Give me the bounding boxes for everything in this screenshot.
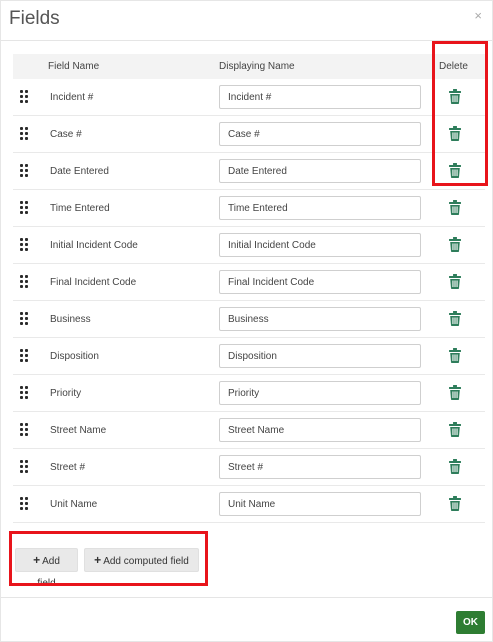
displaying-name-input[interactable]	[219, 344, 421, 368]
table-header: Field Name Displaying Name Delete	[13, 54, 485, 79]
plus-icon: +	[33, 553, 41, 567]
drag-handle-icon[interactable]	[20, 127, 28, 141]
table-row: Street #	[13, 449, 485, 486]
displaying-name-input[interactable]	[219, 381, 421, 405]
table-row: Initial Incident Code	[13, 227, 485, 264]
displaying-name-input[interactable]	[219, 307, 421, 331]
displaying-name-input[interactable]	[219, 233, 421, 257]
trash-icon[interactable]	[449, 89, 461, 104]
drag-handle-icon[interactable]	[20, 460, 28, 474]
displaying-name-input[interactable]	[219, 492, 421, 516]
add-computed-field-label: Add computed field	[103, 556, 189, 567]
trash-icon[interactable]	[449, 348, 461, 363]
field-name: Incident #	[50, 92, 94, 103]
table-body: Incident # Case #	[13, 79, 485, 523]
trash-icon[interactable]	[449, 459, 461, 474]
field-name: Time Entered	[50, 203, 110, 214]
table-row: Street Name	[13, 412, 485, 449]
displaying-name-input[interactable]	[219, 270, 421, 294]
table-row: Priority	[13, 375, 485, 412]
field-name: Initial Incident Code	[50, 240, 138, 251]
trash-icon[interactable]	[449, 126, 461, 141]
plus-icon: +	[94, 553, 102, 567]
field-name: Street Name	[50, 425, 107, 436]
field-name: Date Entered	[50, 166, 109, 177]
add-computed-field-button[interactable]: + Add computed field	[84, 548, 199, 572]
header-delete: Delete	[439, 61, 468, 72]
trash-icon[interactable]	[449, 274, 461, 289]
displaying-name-input[interactable]	[219, 455, 421, 479]
displaying-name-input[interactable]	[219, 122, 421, 146]
field-name: Priority	[50, 388, 82, 399]
displaying-name-input[interactable]	[219, 159, 421, 183]
header-field-name: Field Name	[48, 61, 100, 72]
dialog-title: Fields	[9, 8, 60, 29]
trash-icon[interactable]	[449, 311, 461, 326]
drag-handle-icon[interactable]	[20, 238, 28, 252]
add-field-label: Add field	[37, 556, 60, 589]
fields-dialog: Fields × Field Name Displaying Name Dele…	[0, 0, 493, 642]
trash-icon[interactable]	[449, 237, 461, 252]
field-name: Street #	[50, 462, 86, 473]
trash-icon[interactable]	[449, 422, 461, 437]
drag-handle-icon[interactable]	[20, 275, 28, 289]
trash-icon[interactable]	[449, 496, 461, 511]
fields-table: Field Name Displaying Name Delete Incide…	[13, 54, 485, 523]
close-icon[interactable]: ×	[474, 9, 482, 22]
trash-icon[interactable]	[449, 385, 461, 400]
field-name: Business	[50, 314, 91, 325]
drag-handle-icon[interactable]	[20, 423, 28, 437]
table-row: Date Entered	[13, 153, 485, 190]
field-name: Unit Name	[50, 499, 98, 510]
trash-icon[interactable]	[449, 200, 461, 215]
displaying-name-input[interactable]	[219, 196, 421, 220]
dialog-header: Fields ×	[1, 1, 492, 41]
table-row: Disposition	[13, 338, 485, 375]
drag-handle-icon[interactable]	[20, 312, 28, 326]
trash-icon[interactable]	[449, 163, 461, 178]
displaying-name-input[interactable]	[219, 418, 421, 442]
field-name: Final Incident Code	[50, 277, 137, 288]
add-field-button[interactable]: + Add field	[15, 548, 78, 589]
displaying-name-input[interactable]	[219, 85, 421, 109]
header-displaying-name: Displaying Name	[219, 61, 295, 72]
footer-divider	[1, 597, 492, 598]
table-row: Business	[13, 301, 485, 338]
drag-handle-icon[interactable]	[20, 386, 28, 400]
table-row: Incident #	[13, 79, 485, 116]
table-row: Final Incident Code	[13, 264, 485, 301]
ok-button[interactable]: OK	[456, 611, 485, 634]
drag-handle-icon[interactable]	[20, 201, 28, 215]
drag-handle-icon[interactable]	[20, 349, 28, 363]
field-name: Case #	[50, 129, 82, 140]
field-name: Disposition	[50, 351, 99, 362]
table-row: Case #	[13, 116, 485, 153]
table-row: Unit Name	[13, 486, 485, 523]
drag-handle-icon[interactable]	[20, 90, 28, 104]
drag-handle-icon[interactable]	[20, 497, 28, 511]
drag-handle-icon[interactable]	[20, 164, 28, 178]
table-row: Time Entered	[13, 190, 485, 227]
